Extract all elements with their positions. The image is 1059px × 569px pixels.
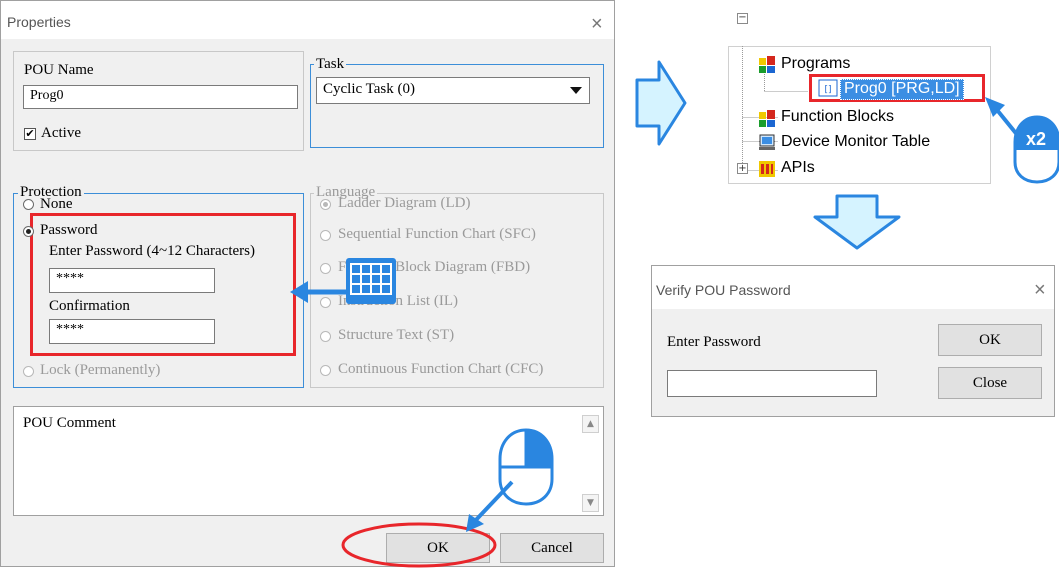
active-checkbox[interactable]: ✔ xyxy=(24,128,36,140)
language-option-ld: Ladder Diagram (LD) xyxy=(338,195,471,211)
mouse-double-click-icon xyxy=(1013,115,1059,184)
none-radio[interactable] xyxy=(23,199,34,210)
pou-comment-label: POU Comment xyxy=(23,415,116,431)
scroll-down-icon[interactable]: ▼ xyxy=(582,494,599,512)
language-radio-ld xyxy=(320,199,331,210)
language-radio-st xyxy=(320,331,331,342)
password-input[interactable]: **** xyxy=(49,268,215,293)
verify-password-dialog: Verify POU Password × Enter Password OK … xyxy=(651,265,1055,417)
tree-item-device-monitor-table[interactable]: Device Monitor Table xyxy=(781,133,930,151)
down-arrow-icon xyxy=(813,194,901,250)
double-click-badge: x2 xyxy=(1026,129,1047,149)
tree-expand-toggle[interactable]: + xyxy=(737,163,748,174)
properties-title: Properties xyxy=(7,14,71,30)
password-radio[interactable] xyxy=(23,226,34,237)
pou-name-input[interactable]: Prog0 xyxy=(23,85,298,109)
properties-close-button[interactable]: × xyxy=(591,14,603,34)
verify-password-input[interactable] xyxy=(667,370,877,397)
verify-close-icon[interactable]: × xyxy=(1034,280,1046,300)
tree-item-function-blocks[interactable]: Function Blocks xyxy=(781,108,894,126)
keyboard-icon xyxy=(346,258,396,304)
svg-text:[]: [] xyxy=(824,85,831,95)
scroll-up-icon[interactable]: ▲ xyxy=(582,415,599,433)
language-radio-cfc xyxy=(320,365,331,376)
tree-item-apis[interactable]: APIs xyxy=(781,159,815,177)
dropdown-arrow-icon[interactable] xyxy=(570,87,582,95)
programs-folder-icon xyxy=(759,56,775,73)
tree-item-prog0[interactable]: Prog0 [PRG,LD] xyxy=(840,79,964,100)
verify-title: Verify POU Password xyxy=(656,282,791,298)
task-select[interactable]: Cyclic Task (0) xyxy=(316,77,590,104)
device-monitor-icon xyxy=(759,134,775,150)
task-select-value: Cyclic Task (0) xyxy=(323,81,415,97)
enter-password-label: Enter Password (4~12 Characters) xyxy=(49,243,255,259)
right-arrow-icon xyxy=(635,60,687,146)
lock-label: Lock (Permanently) xyxy=(40,362,161,378)
verify-close-button[interactable]: Close xyxy=(938,367,1042,399)
active-label: Active xyxy=(41,125,81,141)
language-option-sfc: Sequential Function Chart (SFC) xyxy=(338,226,536,242)
check-icon: ✔ xyxy=(25,127,35,140)
language-option-st: Structure Text (ST) xyxy=(338,327,455,343)
pou-name-label: POU Name xyxy=(24,62,94,78)
language-option-cfc: Continuous Function Chart (CFC) xyxy=(338,361,544,377)
password-label: Password xyxy=(40,222,98,238)
verify-enter-password-label: Enter Password xyxy=(667,334,761,350)
task-label: Task xyxy=(314,56,347,72)
none-label: None xyxy=(40,196,73,212)
lock-radio xyxy=(23,366,34,377)
apis-icon xyxy=(759,161,775,177)
function-blocks-icon xyxy=(759,110,775,127)
verify-ok-button[interactable]: OK xyxy=(938,324,1042,356)
language-radio-sfc xyxy=(320,230,331,241)
tree-collapse-toggle[interactable]: − xyxy=(737,13,748,24)
confirmation-label: Confirmation xyxy=(49,298,130,314)
tree-item-programs[interactable]: Programs xyxy=(781,55,850,73)
pou-ld-icon: [] xyxy=(818,79,838,97)
properties-titlebar xyxy=(1,1,614,39)
confirmation-input[interactable]: **** xyxy=(49,319,215,344)
arrow-to-ok-icon xyxy=(466,480,514,532)
